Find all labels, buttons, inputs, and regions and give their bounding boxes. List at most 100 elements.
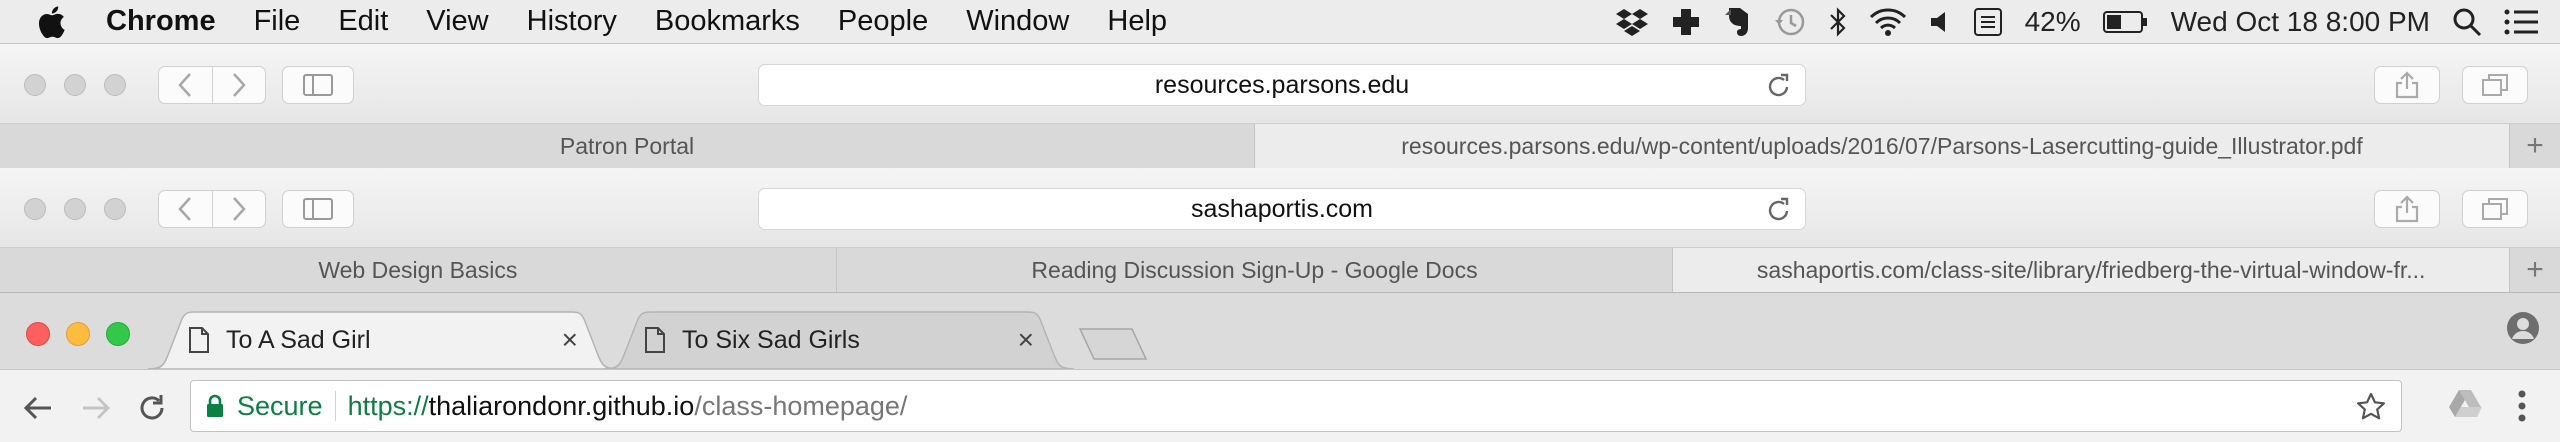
safari-tab-bar: Patron Portal resources.parsons.edu/wp-c… bbox=[0, 124, 2560, 168]
menu-help[interactable]: Help bbox=[1107, 5, 1167, 38]
chrome-window: To A Sad Girl × To Six Sad Girls × Secur… bbox=[0, 292, 2560, 442]
forward-button[interactable] bbox=[211, 67, 265, 103]
safari-window-2: sashaportis.com Web Design Basics Readin… bbox=[0, 168, 2560, 292]
reload-icon[interactable] bbox=[1767, 197, 1791, 230]
document-icon bbox=[188, 326, 210, 354]
close-window-button[interactable] bbox=[26, 322, 50, 346]
menu-bookmarks[interactable]: Bookmarks bbox=[655, 5, 800, 38]
sidebar-icon bbox=[303, 198, 333, 220]
menu-history[interactable]: History bbox=[527, 5, 617, 38]
tab-label: Reading Discussion Sign-Up - Google Docs bbox=[1031, 256, 1478, 283]
chrome-tab[interactable]: To Six Sad Girls × bbox=[604, 311, 1074, 369]
safari-toolbar: sashaportis.com bbox=[0, 168, 2560, 248]
chevron-right-icon bbox=[233, 197, 246, 221]
omnibox-divider bbox=[334, 391, 336, 421]
menu-file[interactable]: File bbox=[254, 5, 301, 38]
window-controls bbox=[26, 322, 146, 346]
sidebar-toggle-button[interactable] bbox=[282, 66, 354, 104]
forward-button[interactable] bbox=[211, 191, 265, 227]
back-button[interactable] bbox=[159, 191, 212, 227]
volume-icon[interactable] bbox=[1929, 8, 1951, 36]
zoom-window-button[interactable] bbox=[106, 322, 130, 346]
address-text: resources.parsons.edu bbox=[1154, 70, 1410, 99]
new-tab-button[interactable]: + bbox=[2510, 124, 2560, 168]
new-tab-icon bbox=[1078, 328, 1148, 360]
menu-view[interactable]: View bbox=[426, 5, 488, 38]
back-button[interactable] bbox=[159, 67, 212, 103]
tab-label: Web Design Basics bbox=[318, 256, 518, 283]
google-drive-extension-icon[interactable] bbox=[2448, 388, 2482, 423]
keyboard-input-icon[interactable] bbox=[1973, 7, 2003, 37]
safari-nav-buttons bbox=[158, 66, 266, 104]
spotlight-icon[interactable] bbox=[2452, 7, 2482, 37]
share-button[interactable] bbox=[2374, 66, 2440, 104]
menu-people[interactable]: People bbox=[838, 5, 928, 38]
tab-title: To A Sad Girl bbox=[226, 325, 371, 354]
tab-close-button[interactable]: × bbox=[562, 324, 578, 356]
sidebar-icon bbox=[303, 74, 333, 96]
tab-label: Patron Portal bbox=[559, 132, 695, 159]
profile-avatar-icon[interactable] bbox=[2506, 311, 2540, 350]
apple-logo-icon[interactable] bbox=[36, 5, 76, 39]
bookmark-star-icon[interactable] bbox=[2355, 391, 2387, 430]
forward-button[interactable] bbox=[76, 388, 116, 428]
datetime-label[interactable]: Wed Oct 18 8:00 PM bbox=[2171, 6, 2430, 38]
safari-address-bar[interactable]: resources.parsons.edu bbox=[758, 64, 1806, 106]
arrow-right-icon bbox=[83, 396, 111, 420]
menu-window[interactable]: Window bbox=[966, 5, 1069, 38]
show-all-tabs-button[interactable] bbox=[2462, 190, 2528, 228]
safari-address-bar[interactable]: sashaportis.com bbox=[758, 188, 1806, 230]
dropbox-icon[interactable] bbox=[1615, 7, 1649, 37]
safari-tab[interactable]: Web Design Basics bbox=[0, 248, 837, 292]
share-button[interactable] bbox=[2374, 190, 2440, 228]
sidebar-toggle-button[interactable] bbox=[282, 190, 354, 228]
tab-title: To Six Sad Girls bbox=[682, 325, 860, 354]
window-controls-inactive[interactable] bbox=[24, 74, 144, 96]
tab-label: resources.parsons.edu/wp-content/uploads… bbox=[1401, 132, 2363, 159]
new-tab-button[interactable]: + bbox=[2510, 248, 2560, 292]
address-text: sashaportis.com bbox=[1190, 194, 1374, 223]
window-controls-inactive[interactable] bbox=[24, 198, 144, 220]
notification-center-icon[interactable] bbox=[2504, 9, 2538, 35]
chevron-left-icon bbox=[178, 197, 192, 221]
url-path: /class-homepage/ bbox=[694, 390, 908, 421]
status-area: 42% Wed Oct 18 8:00 PM bbox=[1615, 0, 2560, 44]
omnibox[interactable]: Secure https:// thaliarondonr.github.io … bbox=[190, 380, 2402, 432]
minimize-window-button[interactable] bbox=[66, 322, 90, 346]
wifi-icon[interactable] bbox=[1869, 7, 1907, 37]
reload-button[interactable] bbox=[132, 388, 172, 428]
share-icon bbox=[2395, 71, 2419, 99]
safari-tab-active[interactable]: resources.parsons.edu/wp-content/uploads… bbox=[1255, 124, 2510, 168]
url-host: thaliarondonr.github.io bbox=[428, 390, 695, 421]
chrome-tab-active[interactable]: To A Sad Girl × bbox=[148, 311, 618, 369]
more-menu-icon[interactable] bbox=[2516, 386, 2528, 431]
show-all-tabs-button[interactable] bbox=[2462, 66, 2528, 104]
secure-label[interactable]: Secure bbox=[237, 391, 323, 422]
new-tab-button[interactable] bbox=[1078, 327, 1148, 366]
document-icon bbox=[644, 326, 666, 354]
tab-close-button[interactable]: × bbox=[1018, 324, 1034, 356]
battery-icon[interactable] bbox=[2102, 10, 2149, 34]
chevron-left-icon bbox=[178, 73, 192, 97]
battery-percent: 42% bbox=[2024, 6, 2081, 37]
safari-tab[interactable]: Patron Portal bbox=[0, 124, 1255, 168]
menu-edit[interactable]: Edit bbox=[338, 5, 388, 38]
menu-app-name[interactable]: Chrome bbox=[106, 5, 216, 38]
menu-bar: Chrome File Edit View History Bookmarks … bbox=[0, 0, 2560, 44]
time-machine-icon[interactable] bbox=[1773, 6, 1807, 38]
safari-tab[interactable]: Reading Discussion Sign-Up - Google Docs bbox=[837, 248, 1674, 292]
chrome-toolbar: Secure https:// thaliarondonr.github.io … bbox=[0, 369, 2560, 442]
plus-cross-icon[interactable] bbox=[1671, 7, 1701, 37]
back-button[interactable] bbox=[18, 388, 58, 428]
tab-label: sashaportis.com/class-site/library/fried… bbox=[1756, 256, 2426, 283]
chevron-right-icon bbox=[233, 73, 246, 97]
safari-tab-active[interactable]: sashaportis.com/class-site/library/fried… bbox=[1673, 248, 2511, 292]
safari-window-1: resources.parsons.edu Patron Portal reso… bbox=[0, 44, 2560, 168]
safari-toolbar: resources.parsons.edu bbox=[0, 44, 2560, 124]
bluetooth-icon[interactable] bbox=[1829, 6, 1847, 38]
reload-icon[interactable] bbox=[1767, 73, 1791, 106]
evernote-icon[interactable] bbox=[1723, 6, 1751, 38]
lock-icon[interactable] bbox=[205, 394, 225, 418]
reload-icon bbox=[140, 395, 164, 420]
safari-tab-bar: Web Design Basics Reading Discussion Sig… bbox=[0, 248, 2560, 292]
